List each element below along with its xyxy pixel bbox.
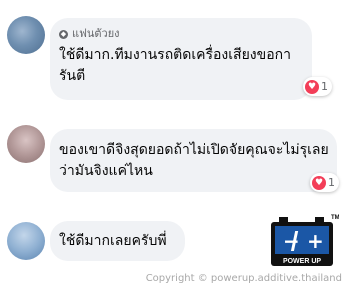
logo-tm: TM — [331, 215, 339, 221]
comment-text: ใช้ดีมากเลยครับพี่ — [59, 233, 167, 249]
reaction-count: 1 — [321, 80, 328, 93]
comment-bubble: ◆ แฟนตัวยง ใช้ดีมาก.ทีมงานรถติดเครื่องเสี… — [50, 18, 312, 100]
logo-plus: + — [307, 229, 324, 253]
top-fan-icon: ◆ — [59, 29, 68, 39]
heart-icon: ♥ — [312, 175, 326, 190]
copyright-watermark: Copyright © powerup.additive.thailand — [145, 273, 342, 284]
comment-bubble: ใช้ดีมากเลยครับพี่ — [50, 221, 185, 261]
comment-text: ใช้ดีมาก.ทีมงานรถติดเครื่องเสียงขอการันต… — [59, 47, 291, 84]
heart-icon: ♥ — [305, 79, 319, 94]
commenter-avatar[interactable] — [7, 16, 45, 54]
reaction-count: 1 — [328, 176, 335, 189]
reaction-summary[interactable]: ♥ 1 — [310, 173, 339, 192]
commenter-avatar[interactable] — [7, 222, 45, 260]
logo-brand-text: POWER UP — [283, 258, 321, 265]
comment-bubble: ของเขาดีจิงสุดยอดถ้าไม่เปิดจัยคุณจะไม่รุ… — [50, 129, 337, 192]
powerup-logo: TM − + POWER UP — [271, 215, 339, 266]
commenter-avatar[interactable] — [7, 125, 45, 163]
comment-text: ของเขาดีจิงสุดยอดถ้าไม่เปิดจัยคุณจะไม่รุ… — [59, 142, 329, 179]
top-fan-badge: ◆ แฟนตัวยง — [59, 24, 120, 42]
reaction-summary[interactable]: ♥ 1 — [303, 77, 332, 96]
top-fan-label: แฟนตัวยง — [72, 27, 120, 40]
